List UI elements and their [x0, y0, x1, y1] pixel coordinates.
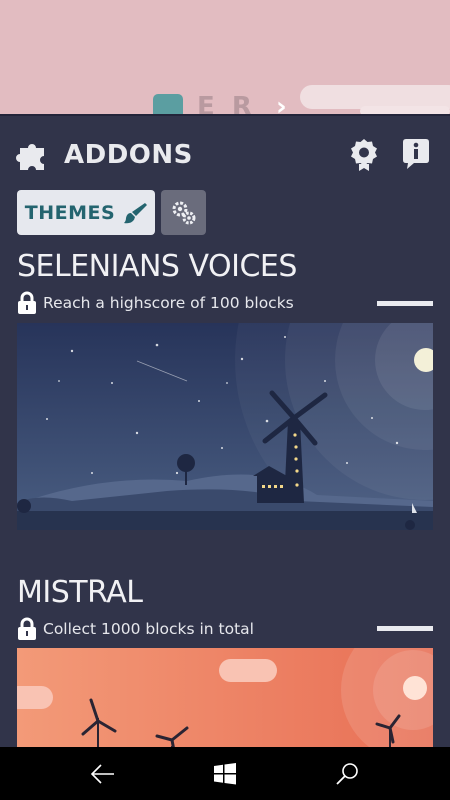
- tab-gears[interactable]: [161, 190, 206, 235]
- panel-header: ADDONS: [16, 138, 193, 172]
- page-title: ADDONS: [64, 140, 193, 170]
- requirement-text: Collect 1000 blocks in total: [43, 620, 254, 638]
- tab-themes[interactable]: THEMES: [17, 190, 155, 235]
- theme-title-selenians: SELENIANS VOICES: [17, 249, 297, 284]
- back-arrow-icon: [90, 764, 114, 784]
- info-button[interactable]: [400, 138, 432, 172]
- search-button[interactable]: [332, 759, 362, 789]
- addons-panel: ADDONS THEMES SELENIANS VOICES Reach a h…: [0, 114, 450, 747]
- chevron-icon: ›: [276, 92, 287, 114]
- mistral-preview-image[interactable]: [17, 648, 433, 747]
- top-pill-shape-small: [360, 106, 450, 114]
- gears-icon: [172, 201, 195, 224]
- puzzle-icon: [16, 144, 44, 170]
- lock-icon: [18, 291, 36, 314]
- requirement-text: Reach a highscore of 100 blocks: [43, 294, 294, 312]
- badge-icon: [351, 139, 377, 171]
- theme-requirement: Collect 1000 blocks in total: [17, 617, 254, 641]
- lock-icon: [18, 617, 36, 640]
- teal-block: [153, 94, 183, 114]
- addon-tabs: THEMES: [17, 190, 206, 235]
- search-icon: [336, 763, 358, 785]
- info-bubble-icon: [403, 139, 429, 169]
- brush-icon: [124, 202, 148, 223]
- tab-themes-label: THEMES: [24, 201, 116, 224]
- theme-progress-bar: [377, 626, 433, 631]
- theme-requirement: Reach a highscore of 100 blocks: [17, 291, 294, 315]
- windows-icon: [214, 763, 236, 785]
- start-button[interactable]: [210, 759, 240, 789]
- theme-title-mistral: MISTRAL: [17, 575, 143, 610]
- back-button[interactable]: [88, 759, 118, 789]
- theme-progress-bar: [377, 301, 433, 306]
- game-logo: E R: [197, 92, 256, 114]
- windows-nav-bar: [0, 747, 450, 800]
- achievements-button[interactable]: [348, 138, 380, 172]
- selenians-preview-image[interactable]: [17, 323, 433, 530]
- game-area-top: E R ›: [0, 0, 450, 114]
